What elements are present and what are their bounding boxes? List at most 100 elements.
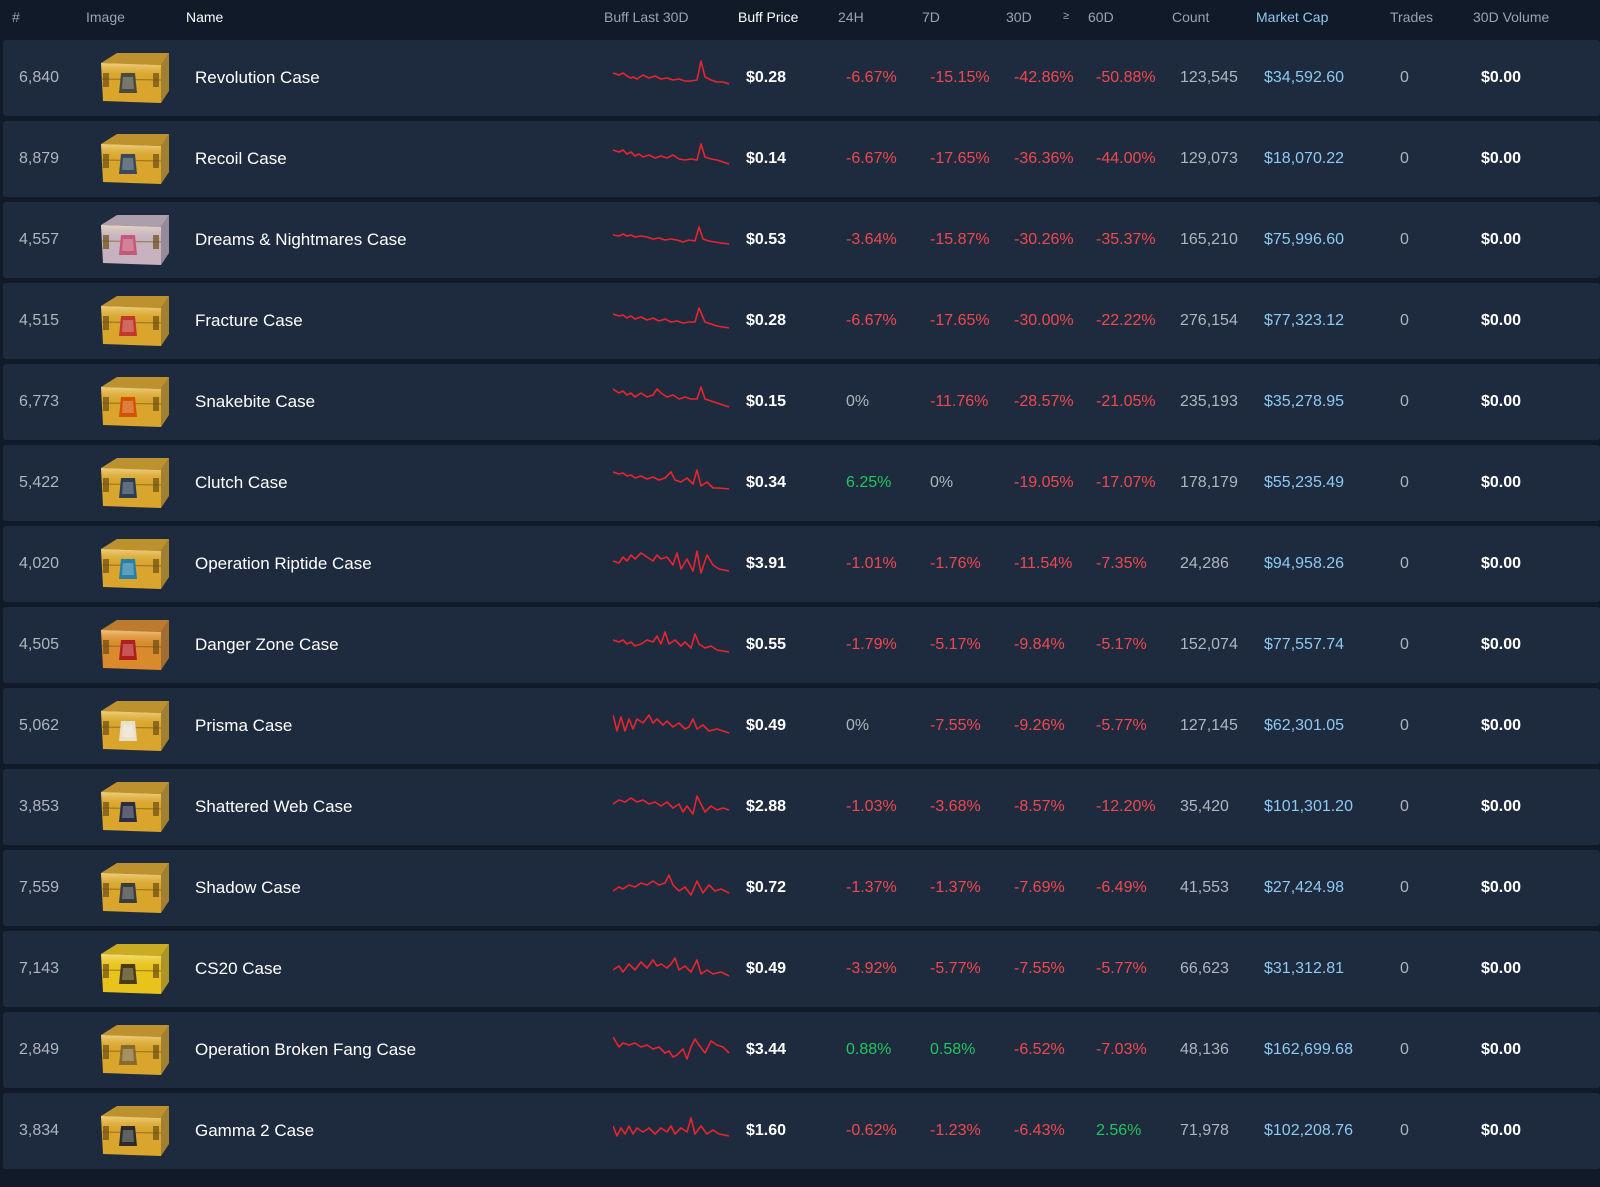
change-24h: 0.88%: [846, 1041, 892, 1058]
column-header-rank[interactable]: #: [12, 9, 20, 25]
trades: 0: [1400, 1122, 1409, 1139]
trades: 0: [1400, 717, 1409, 734]
item-name-link[interactable]: CS20 Case: [195, 931, 282, 1007]
table-row[interactable]: 5,422 Clutch Case $0.34 6.25% 0% -19.05%…: [3, 445, 1600, 521]
column-header-trades[interactable]: Trades: [1390, 9, 1433, 25]
item-name-link[interactable]: Revolution Case: [195, 40, 320, 116]
item-name-link[interactable]: Recoil Case: [195, 121, 287, 197]
table-row[interactable]: 7,143 CS20 Case $0.49 -3.92% -5.77% -7.5…: [3, 931, 1600, 1007]
change-60d: -35.37%: [1096, 231, 1156, 248]
table-row[interactable]: 8,879 Recoil Case $0.14 -6.67% -17.65% -…: [3, 121, 1600, 197]
table-row[interactable]: 5,062 Prisma Case $0.49 0% -7.55% -9.26%…: [3, 688, 1600, 764]
change-60d: -50.88%: [1096, 69, 1156, 86]
change-24h: -3.64%: [846, 231, 897, 248]
change-7d: -3.68%: [930, 798, 981, 815]
volume-30d: $0.00: [1481, 474, 1522, 491]
change-24h: 0%: [846, 393, 870, 410]
item-name-link[interactable]: Prisma Case: [195, 688, 292, 764]
item-name-link[interactable]: Operation Broken Fang Case: [195, 1012, 416, 1088]
change-24h: -1.79%: [846, 636, 897, 653]
change-7d: -1.37%: [930, 879, 981, 896]
change-30d: -30.26%: [1014, 231, 1074, 248]
buff-price: $0.49: [746, 717, 787, 734]
item-name-link[interactable]: Dreams & Nightmares Case: [195, 202, 407, 278]
change-60d: -5.77%: [1096, 960, 1147, 977]
column-header-7d[interactable]: 7D: [922, 9, 940, 25]
count: 152,074: [1180, 636, 1238, 653]
rank: 4,557: [19, 231, 60, 248]
item-name-link[interactable]: Snakebite Case: [195, 364, 315, 440]
item-name-link[interactable]: Clutch Case: [195, 445, 288, 521]
change-7d: -1.76%: [930, 555, 981, 572]
column-header-count[interactable]: Count: [1172, 9, 1209, 25]
change-60d: 2.56%: [1096, 1122, 1142, 1139]
item-name-link[interactable]: Operation Riptide Case: [195, 526, 372, 602]
price-sparkline: [613, 307, 730, 329]
table-row[interactable]: 4,020 Operation Riptide Case $3.91 -1.01…: [3, 526, 1600, 602]
item-name-link[interactable]: Fracture Case: [195, 283, 303, 359]
rank: 2,849: [19, 1041, 60, 1058]
change-30d: -36.36%: [1014, 150, 1074, 167]
count: 41,553: [1180, 879, 1229, 896]
table-header: # Image Name Buff Last 30D Buff Price 24…: [0, 0, 1600, 40]
count: 24,286: [1180, 555, 1229, 572]
change-24h: -6.67%: [846, 312, 897, 329]
column-header-60d[interactable]: 60D: [1088, 9, 1114, 25]
change-30d: -11.54%: [1014, 555, 1073, 572]
item-name-link[interactable]: Danger Zone Case: [195, 607, 339, 683]
table-row[interactable]: 6,773 Snakebite Case $0.15 0% -11.76% -2…: [3, 364, 1600, 440]
price-sparkline: [613, 143, 730, 165]
change-60d: -22.22%: [1096, 312, 1156, 329]
change-24h: -0.62%: [846, 1122, 897, 1139]
clutch-case-icon: [100, 458, 169, 508]
item-name-link[interactable]: Shadow Case: [195, 850, 301, 926]
price-sparkline: [613, 1117, 730, 1137]
volume-30d: $0.00: [1481, 717, 1522, 734]
table-row[interactable]: 3,853 Shattered Web Case $2.88 -1.03% -3…: [3, 769, 1600, 845]
recoil-case-icon: [100, 134, 169, 184]
table-row[interactable]: 3,834 Gamma 2 Case $1.60 -0.62% -1.23% -…: [3, 1093, 1600, 1169]
item-name-link[interactable]: Gamma 2 Case: [195, 1093, 314, 1169]
market-cap: $27,424.98: [1264, 879, 1345, 896]
column-header-30d[interactable]: 30D: [1006, 9, 1032, 25]
count: 235,193: [1180, 393, 1238, 410]
trades: 0: [1400, 879, 1409, 896]
market-cap: $18,070.22: [1264, 150, 1345, 167]
price-sparkline: [613, 1036, 730, 1060]
column-header-buff-price[interactable]: Buff Price: [738, 9, 798, 25]
volume-30d: $0.00: [1481, 1122, 1522, 1139]
buff-price: $0.34: [746, 474, 787, 491]
table-row[interactable]: 4,505 Danger Zone Case $0.55 -1.79% -5.1…: [3, 607, 1600, 683]
volume-30d: $0.00: [1481, 150, 1522, 167]
column-header-image: Image: [86, 9, 125, 25]
table-row[interactable]: 7,559 Shadow Case $0.72 -1.37% -1.37% -7…: [3, 850, 1600, 926]
operation-broken-fang-case-icon: [100, 1025, 169, 1075]
column-header-30d-volume[interactable]: 30D Volume: [1473, 9, 1549, 25]
rank: 4,020: [19, 555, 60, 572]
operation-riptide-case-icon: [100, 539, 169, 589]
sort-icon[interactable]: ≥: [1063, 10, 1069, 22]
change-60d: -5.77%: [1096, 717, 1147, 734]
table-row[interactable]: 4,515 Fracture Case $0.28 -6.67% -17.65%…: [3, 283, 1600, 359]
item-name-link[interactable]: Shattered Web Case: [195, 769, 353, 845]
column-header-market-cap[interactable]: Market Cap: [1256, 9, 1328, 25]
market-cap: $75,996.60: [1264, 231, 1345, 248]
change-7d: 0.58%: [930, 1041, 976, 1058]
change-24h: -1.01%: [846, 555, 897, 572]
rank: 4,505: [19, 636, 60, 653]
column-header-24h[interactable]: 24H: [838, 9, 864, 25]
count: 127,145: [1180, 717, 1238, 734]
trades: 0: [1400, 960, 1409, 977]
change-60d: -17.07%: [1096, 474, 1156, 491]
rank: 7,559: [19, 879, 60, 896]
count: 48,136: [1180, 1041, 1229, 1058]
change-60d: -5.17%: [1096, 636, 1147, 653]
column-header-name[interactable]: Name: [186, 9, 223, 25]
volume-30d: $0.00: [1481, 555, 1522, 572]
table-row[interactable]: 6,840 Revolution Case $0.28 -6.67% -15.1…: [3, 40, 1600, 116]
table-row[interactable]: 2,849 Operation Broken Fang Case $3.44 0…: [3, 1012, 1600, 1088]
count: 165,210: [1180, 231, 1238, 248]
volume-30d: $0.00: [1481, 1041, 1522, 1058]
trades: 0: [1400, 69, 1409, 86]
table-row[interactable]: 4,557 Dreams & Nightmares Case $0.53 -3.…: [3, 202, 1600, 278]
